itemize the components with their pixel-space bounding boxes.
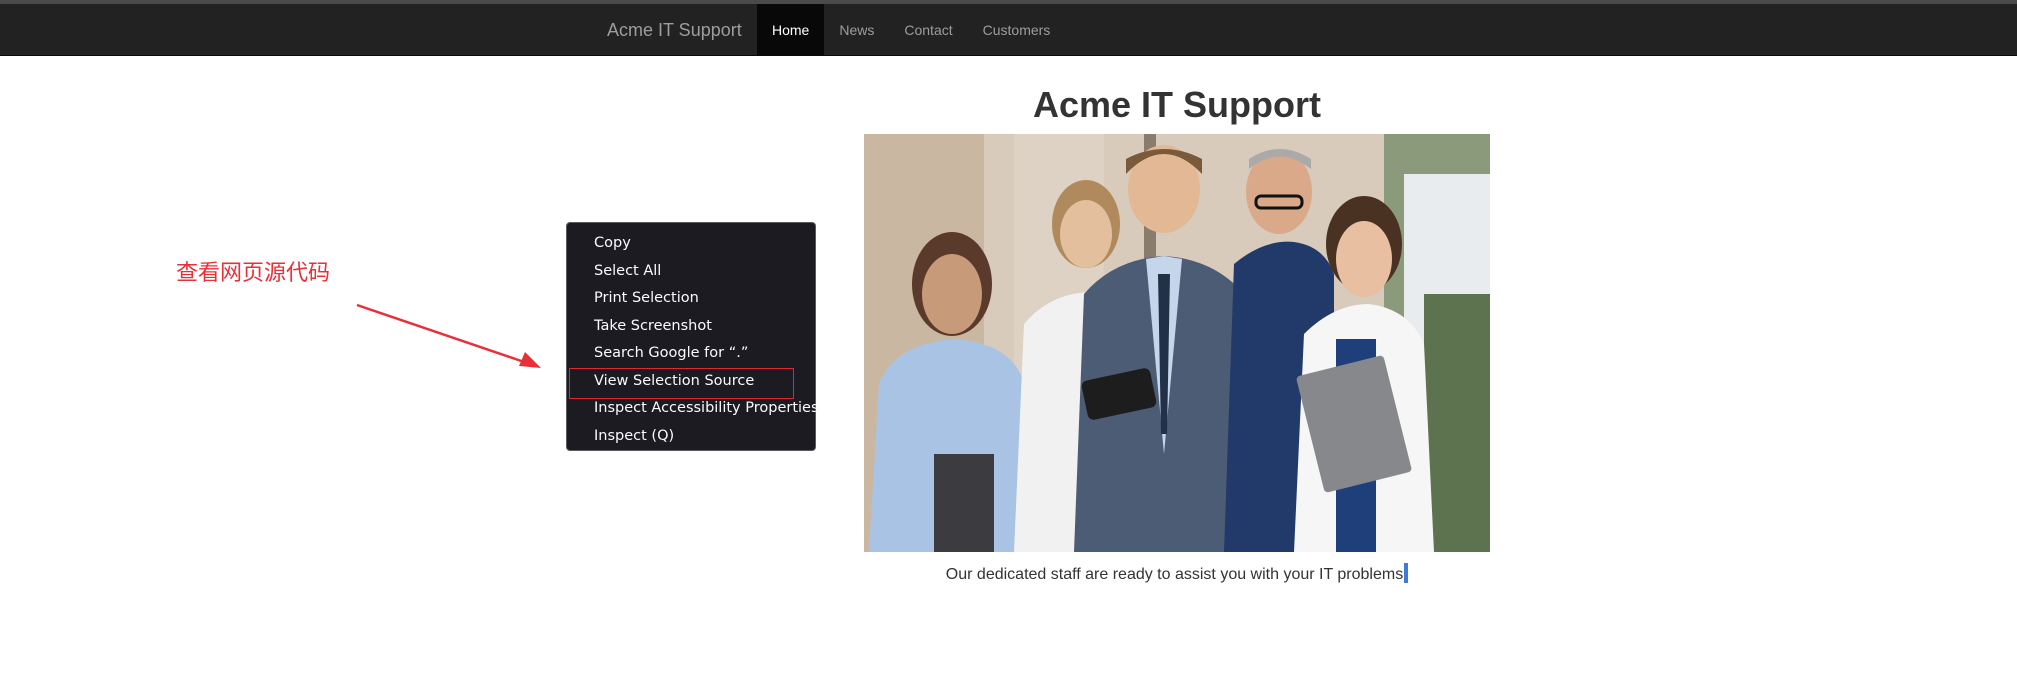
context-menu: Copy Select All Print Selection Take Scr… xyxy=(566,222,819,451)
navbar-brand[interactable]: Acme IT Support xyxy=(607,4,742,56)
navbar: Acme IT Support Home News Contact Custom… xyxy=(0,4,2017,56)
nav-item-contact[interactable]: Contact xyxy=(889,4,967,56)
photo-caption: Our dedicated staff are ready to assist … xyxy=(864,563,1490,584)
team-photo-illustration xyxy=(864,134,1490,552)
annotation-text: 查看网页源代码 xyxy=(176,261,331,286)
menu-item-search-google[interactable]: Search Google for “.” xyxy=(567,340,815,368)
nav-item-customers[interactable]: Customers xyxy=(968,4,1066,56)
team-photo xyxy=(864,134,1490,552)
menu-item-take-screenshot[interactable]: Take Screenshot xyxy=(567,313,815,341)
menu-item-copy[interactable]: Copy xyxy=(567,230,815,258)
page-title: Acme IT Support xyxy=(1032,84,1322,125)
menu-item-inspect-accessibility[interactable]: Inspect Accessibility Properties xyxy=(567,395,819,423)
nav-item-news[interactable]: News xyxy=(824,4,889,56)
photo-caption-text: Our dedicated staff are ready to assist … xyxy=(945,566,1404,583)
menu-item-inspect[interactable]: Inspect (Q) xyxy=(567,423,815,451)
nav-item-home[interactable]: Home xyxy=(757,4,825,56)
annotation-arrow-icon xyxy=(356,303,541,368)
menu-item-select-all[interactable]: Select All xyxy=(567,258,815,286)
menu-item-print-selection[interactable]: Print Selection xyxy=(567,285,815,313)
menu-item-view-selection-source[interactable]: View Selection Source xyxy=(567,367,815,398)
nav-menu: Home News Contact Customers xyxy=(757,4,1065,56)
text-selection-caret xyxy=(1404,563,1409,583)
